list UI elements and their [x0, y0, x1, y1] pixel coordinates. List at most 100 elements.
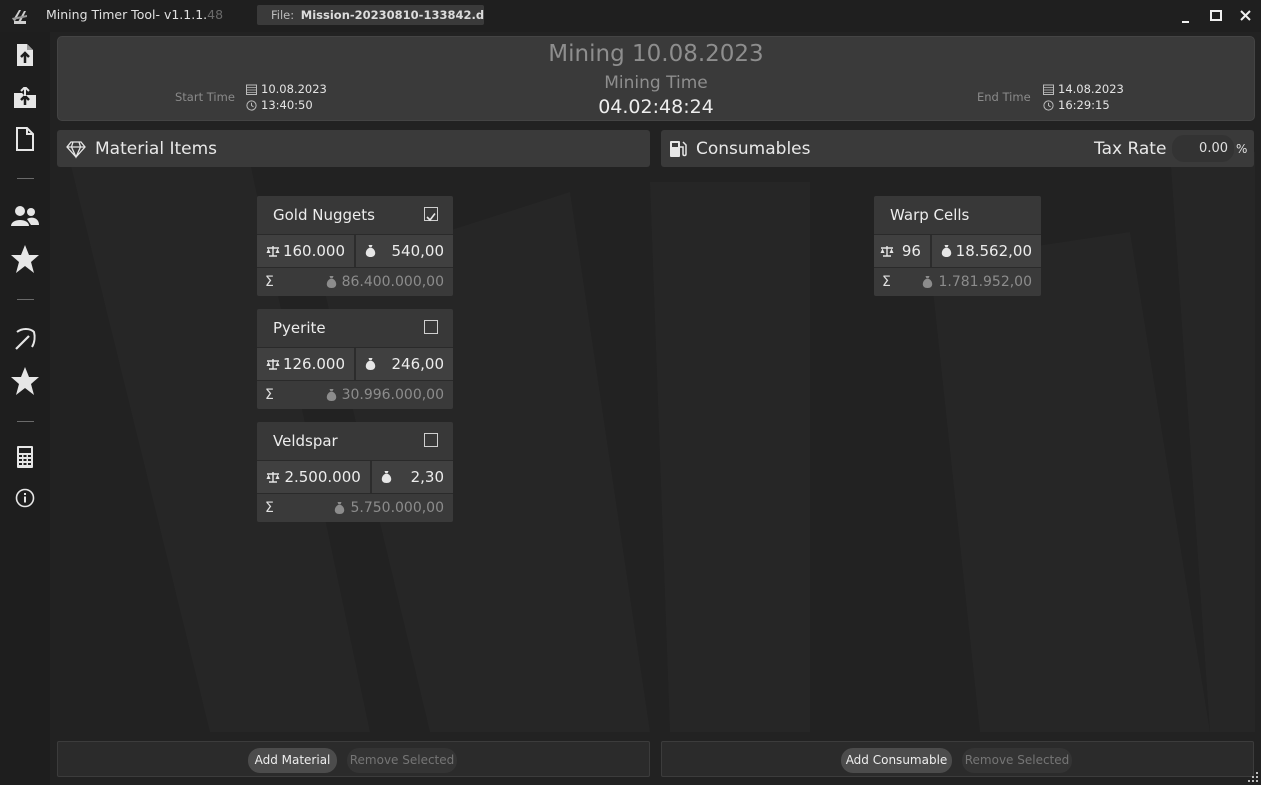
- add-material-button[interactable]: Add Material: [248, 748, 337, 773]
- material-total: 5.750.000,00: [334, 500, 444, 516]
- price-value: 540,00: [391, 242, 445, 260]
- app-title: Mining Timer Tool- v1.1.1.48: [46, 7, 223, 22]
- fuel-icon: [670, 141, 687, 157]
- total-value: 86.400.000,00: [341, 274, 444, 290]
- price-value: 18.562,00: [955, 242, 1032, 260]
- calendar-icon: [246, 84, 257, 95]
- clock-icon: [1043, 99, 1054, 111]
- sidebar-divider: [17, 421, 34, 422]
- material-card[interactable]: Pyerite 126.000 246,00 Σ 30.996.000,00: [257, 309, 453, 409]
- material-select-checkbox[interactable]: [424, 320, 438, 334]
- sidebar-export-button[interactable]: [10, 40, 40, 70]
- end-date: 14.08.2023: [1043, 82, 1124, 96]
- clock-icon: [246, 99, 257, 111]
- consumables-title: Consumables: [696, 139, 811, 159]
- info-icon: [15, 488, 35, 508]
- sidebar-mining-button[interactable]: [10, 324, 40, 354]
- sum-symbol: Σ: [882, 274, 891, 290]
- end-time-label: End Time: [977, 90, 1031, 104]
- material-items-title: Material Items: [95, 139, 218, 159]
- price-field[interactable]: 246,00: [354, 348, 453, 380]
- money-bag-icon: [365, 245, 376, 257]
- quantity-field[interactable]: 126.000: [257, 348, 354, 380]
- total-value: 30.996.000,00: [341, 387, 444, 403]
- calendar-icon: [1043, 84, 1054, 95]
- scale-icon: [880, 246, 894, 257]
- export-icon: [17, 44, 33, 66]
- sidebar-divider: [17, 299, 34, 300]
- scale-icon: [266, 359, 280, 370]
- material-name: Pyerite: [273, 319, 326, 337]
- start-time: 13:40:50: [246, 98, 313, 112]
- sum-symbol: Σ: [265, 274, 274, 290]
- sidebar-calculator-button[interactable]: [10, 442, 40, 472]
- sum-symbol: Σ: [265, 387, 274, 403]
- mission-header: Mining 10.08.2023 Mining Time 04.02:48:2…: [57, 36, 1255, 121]
- material-select-checkbox[interactable]: [424, 207, 438, 222]
- file-indicator: File: Mission-20230810-133842.dat: [257, 5, 484, 25]
- quantity-field[interactable]: 96: [874, 235, 930, 267]
- money-bag-icon: [941, 245, 952, 257]
- file-name: Mission-20230810-133842.dat: [300, 8, 484, 22]
- main-area: Mining 10.08.2023 Mining Time 04.02:48:2…: [50, 32, 1261, 785]
- quantity-value: 160.000: [282, 242, 345, 260]
- material-items-header: Material Items: [57, 130, 650, 167]
- sidebar-info-button[interactable]: [10, 483, 40, 513]
- quantity-field[interactable]: 160.000: [257, 235, 354, 267]
- tax-rate-unit: %: [1236, 142, 1248, 156]
- money-bag-icon: [923, 276, 933, 288]
- close-icon: [1240, 10, 1251, 21]
- material-total: 86.400.000,00: [326, 274, 444, 290]
- material-select-checkbox[interactable]: [424, 433, 438, 447]
- add-consumable-button[interactable]: Add Consumable: [841, 748, 952, 773]
- minimize-icon: [1182, 21, 1189, 23]
- app-name: Mining Timer Tool-: [46, 7, 164, 22]
- end-time-value: 16:29:15: [1058, 98, 1110, 112]
- upload-icon: [14, 87, 36, 108]
- end-time: 16:29:15: [1043, 98, 1110, 112]
- remove-selected-materials-button[interactable]: Remove Selected: [347, 748, 457, 773]
- quantity-field[interactable]: 2.500.000: [257, 461, 370, 493]
- material-card[interactable]: Gold Nuggets 160.000 540,00 Σ 86.400.000…: [257, 196, 453, 296]
- quantity-value: 96: [901, 242, 921, 260]
- sidebar-crew-button[interactable]: [10, 201, 40, 231]
- money-bag-icon: [326, 276, 336, 288]
- minimize-button[interactable]: [1173, 4, 1199, 28]
- price-field[interactable]: 2,30: [369, 461, 453, 493]
- consumable-total: 1.781.952,00: [922, 274, 1032, 290]
- material-total: 30.996.000,00: [326, 387, 444, 403]
- resize-grip-icon[interactable]: [1247, 771, 1259, 783]
- total-value: 1.781.952,00: [938, 274, 1032, 290]
- consumable-card[interactable]: Warp Cells 96 18.562,00 Σ 1.781.952,00: [874, 196, 1041, 296]
- pickaxe-icon: [15, 328, 36, 350]
- diamond-icon: [66, 141, 86, 159]
- tax-rate-label: Tax Rate: [1094, 139, 1167, 159]
- scale-icon: [266, 246, 280, 257]
- sidebar-rated-button[interactable]: [10, 366, 40, 396]
- money-bag-icon: [381, 471, 391, 483]
- checkmark-icon: [426, 213, 436, 222]
- tax-rate-input[interactable]: 0.00: [1172, 135, 1234, 162]
- sidebar-new-file-button[interactable]: [10, 124, 40, 154]
- document-icon: [16, 127, 34, 151]
- mission-title: Mining 10.08.2023: [548, 41, 764, 67]
- maximize-button[interactable]: [1203, 4, 1229, 28]
- sidebar-divider: [17, 178, 34, 179]
- start-date-value: 10.08.2023: [261, 82, 327, 96]
- start-time-label: Start Time: [175, 90, 235, 104]
- title-bar: Mining Timer Tool- v1.1.1.48 File: Missi…: [0, 0, 1261, 32]
- app-version: v1.1.1.: [163, 7, 208, 22]
- price-field[interactable]: 540,00: [354, 235, 453, 267]
- material-card[interactable]: Veldspar 2.500.000 2,30 Σ 5.750.000,00: [257, 422, 453, 522]
- price-value: 2,30: [410, 468, 444, 486]
- maximize-icon: [1210, 10, 1222, 21]
- sidebar-upload-button[interactable]: [10, 83, 40, 113]
- start-date: 10.08.2023: [246, 82, 327, 96]
- remove-selected-consumables-button[interactable]: Remove Selected: [962, 748, 1072, 773]
- calculator-icon: [17, 446, 33, 468]
- price-field[interactable]: 18.562,00: [929, 235, 1041, 267]
- material-name: Veldspar: [273, 432, 338, 450]
- close-button[interactable]: [1233, 4, 1259, 28]
- sidebar-favorites-button[interactable]: [10, 244, 40, 274]
- sidebar: [0, 32, 50, 785]
